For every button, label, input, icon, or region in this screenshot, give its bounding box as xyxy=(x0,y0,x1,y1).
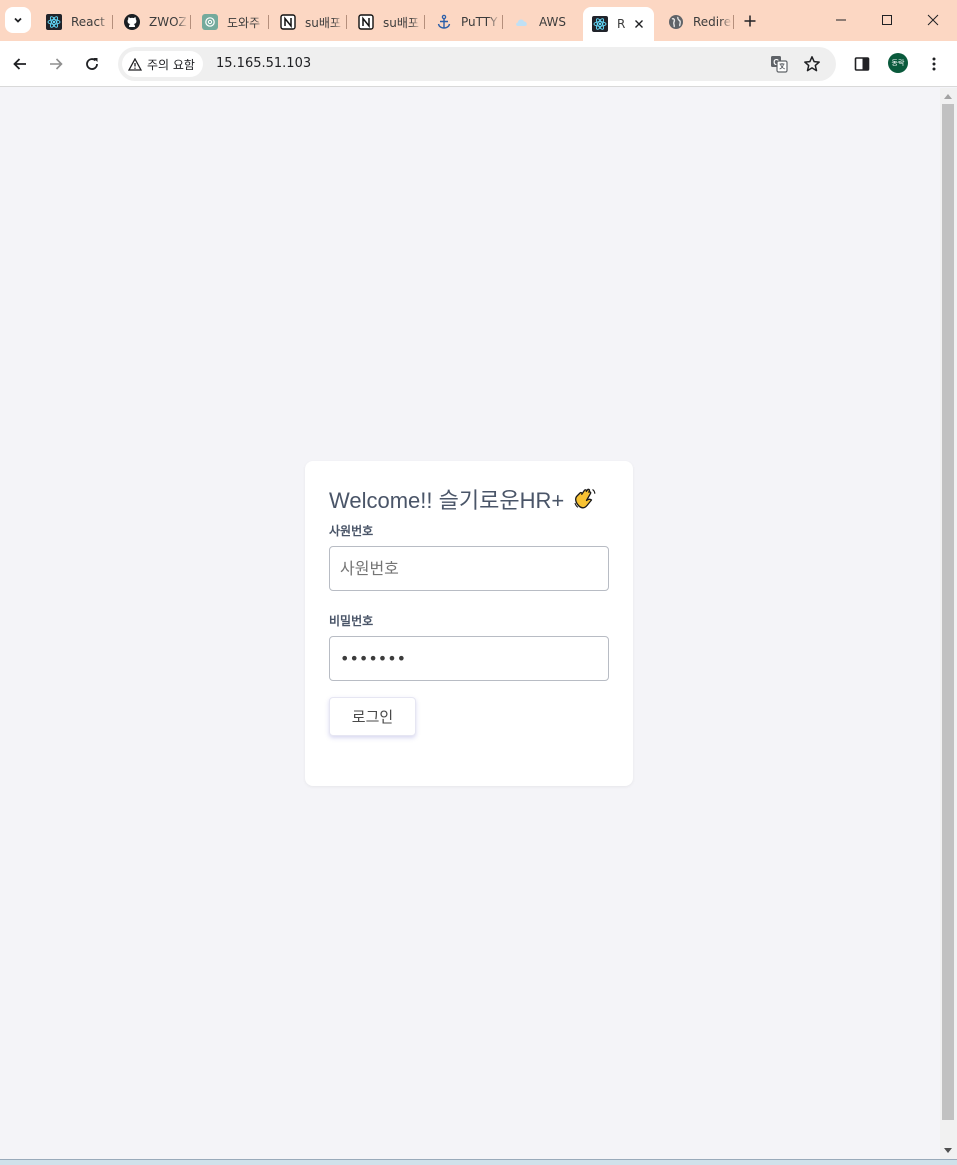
browser-tab-active[interactable]: R xyxy=(583,7,654,41)
chevron-down-icon xyxy=(14,17,22,23)
scroll-up-arrow[interactable] xyxy=(944,94,952,99)
star-icon xyxy=(804,56,820,72)
window-bottom-edge xyxy=(0,1159,957,1165)
tab-separator xyxy=(424,15,425,29)
plus-icon xyxy=(744,15,756,27)
tab-search-button[interactable] xyxy=(5,7,31,33)
browser-tab[interactable]: React xyxy=(37,7,110,37)
cloud-icon xyxy=(514,14,530,30)
anchor-icon xyxy=(436,14,452,30)
employee-id-label: 사원번호 xyxy=(329,524,374,538)
tab-label: ZWOZ xyxy=(149,15,187,29)
security-warning-chip[interactable]: 주의 요함 xyxy=(122,51,203,77)
tab-separator xyxy=(346,15,347,29)
close-tab-icon[interactable] xyxy=(630,19,648,29)
side-panel-icon xyxy=(854,57,870,71)
tab-label: 도와주 xyxy=(227,15,261,30)
tab-separator xyxy=(733,15,734,29)
address-bar[interactable]: 주의 요함 15.165.51.103 G xyxy=(118,47,836,81)
close-icon xyxy=(927,14,939,26)
minimize-icon xyxy=(836,19,846,21)
notion-icon xyxy=(280,14,296,30)
scroll-thumb[interactable] xyxy=(942,104,954,1120)
reload-button[interactable] xyxy=(78,50,106,78)
globe-icon xyxy=(668,14,684,30)
maximize-icon xyxy=(882,15,892,25)
employee-id-input[interactable] xyxy=(329,546,609,591)
reload-icon xyxy=(86,58,98,70)
translate-button[interactable]: G xyxy=(767,52,791,76)
browser-toolbar: 주의 요함 15.165.51.103 G 동락 xyxy=(0,41,957,87)
password-label: 비밀번호 xyxy=(329,614,374,628)
react-icon xyxy=(46,14,62,30)
tab-label: Redire xyxy=(693,15,732,29)
tab-separator xyxy=(190,15,191,29)
browser-tab[interactable]: su배포 xyxy=(271,7,344,37)
maximize-button[interactable] xyxy=(864,5,910,35)
browser-tab[interactable]: ZWOZ xyxy=(115,7,188,37)
translate-icon: G xyxy=(771,56,788,73)
waving-hand-icon xyxy=(574,488,596,509)
github-icon xyxy=(124,14,140,30)
password-input[interactable] xyxy=(329,636,609,681)
more-vertical-icon xyxy=(932,57,936,71)
login-card: Welcome!! 슬기로운HR+ 사원번호 비밀번호 로그인 xyxy=(305,461,633,786)
tab-separator xyxy=(502,15,503,29)
browser-tab[interactable]: 도와주 xyxy=(193,7,266,37)
login-title: Welcome!! 슬기로운HR+ xyxy=(329,483,598,515)
back-button[interactable] xyxy=(6,50,34,78)
tab-label: su배포 xyxy=(383,15,419,30)
tab-label: R xyxy=(617,17,626,31)
login-title-text: Welcome!! 슬기로운HR+ xyxy=(329,488,565,513)
arrow-right-icon xyxy=(50,58,63,70)
tab-separator xyxy=(268,15,269,29)
browser-menu-button[interactable] xyxy=(920,50,948,78)
tab-label: React xyxy=(71,15,105,29)
login-button[interactable]: 로그인 xyxy=(329,697,416,736)
warning-icon xyxy=(128,57,142,71)
arrow-left-icon xyxy=(13,58,26,70)
chatgpt-icon xyxy=(202,14,218,30)
tab-label: PuTTY xyxy=(461,15,498,29)
security-warning-text: 주의 요함 xyxy=(147,57,195,72)
react-icon xyxy=(592,16,608,32)
forward-button[interactable] xyxy=(42,50,70,78)
profile-avatar[interactable]: 동락 xyxy=(888,53,908,73)
browser-tab[interactable]: Redire xyxy=(659,7,732,37)
browser-tab[interactable]: su배포 xyxy=(349,7,422,37)
browser-tab[interactable]: PuTTY xyxy=(427,7,500,37)
minimize-button[interactable] xyxy=(818,5,864,35)
browser-tab[interactable]: AWS xyxy=(505,7,578,37)
tab-label: su배포 xyxy=(305,15,341,30)
tab-label: AWS xyxy=(539,15,567,29)
profile-initials: 동락 xyxy=(891,59,905,67)
close-window-button[interactable] xyxy=(910,5,956,35)
side-panel-button[interactable] xyxy=(848,50,876,78)
notion-icon xyxy=(358,14,374,30)
tab-strip: React ZWOZ 도와주 su배포 su배포 PuTTY AWS R Red… xyxy=(0,0,957,41)
new-tab-button[interactable] xyxy=(740,11,760,31)
vertical-scrollbar[interactable] xyxy=(940,88,957,1159)
scroll-down-arrow[interactable] xyxy=(944,1148,952,1153)
url-text[interactable]: 15.165.51.103 xyxy=(216,56,311,71)
bookmark-button[interactable] xyxy=(800,52,824,76)
tab-separator xyxy=(112,15,113,29)
